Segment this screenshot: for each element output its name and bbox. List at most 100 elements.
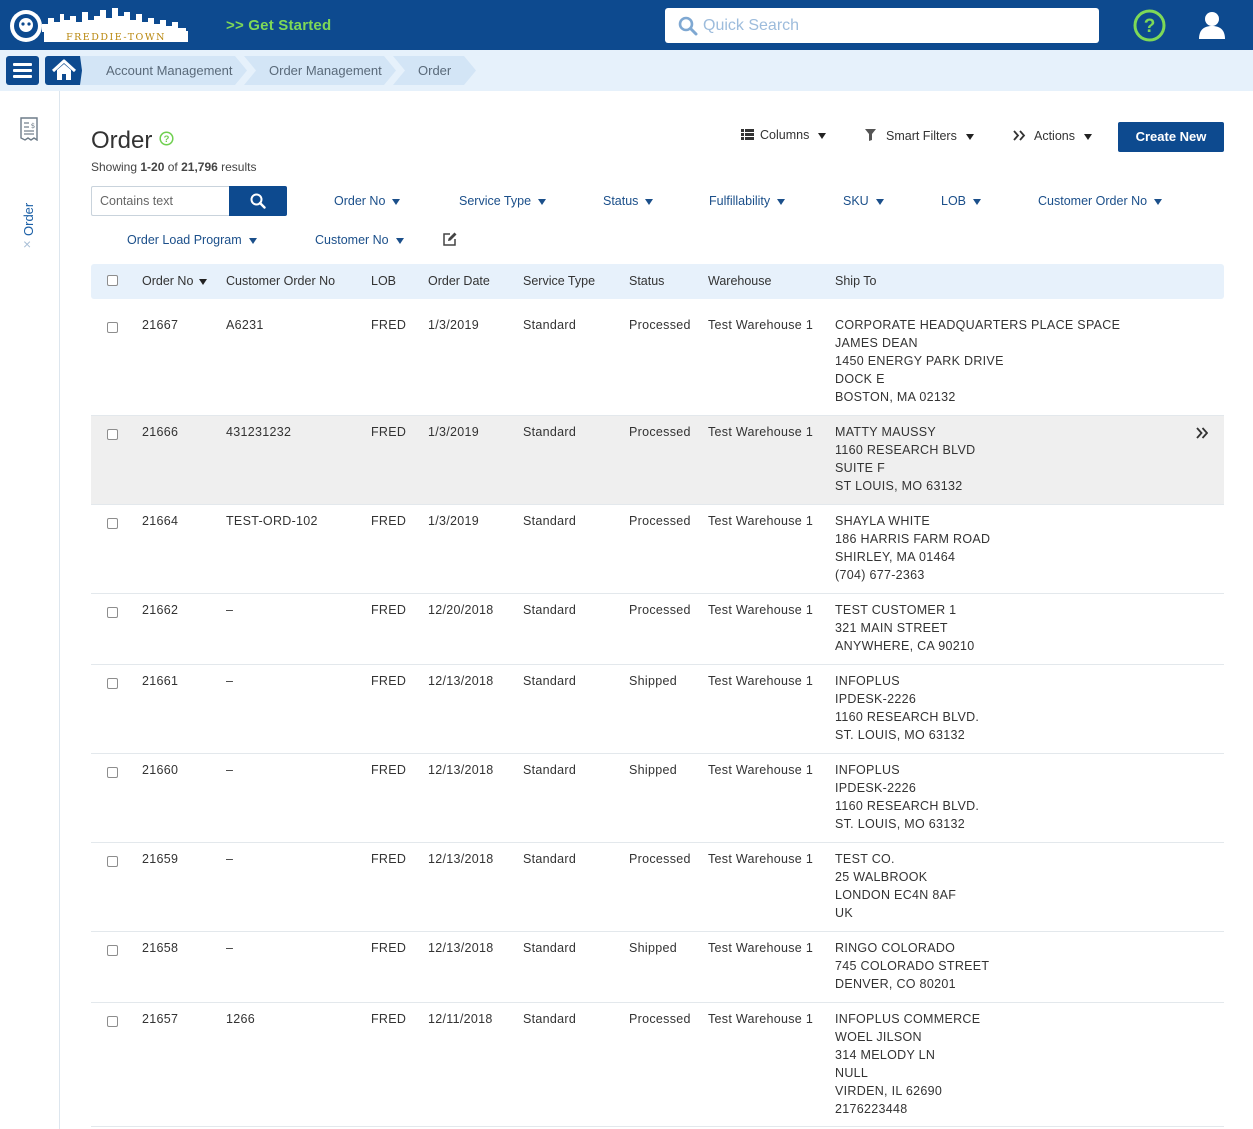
order-date-cell: 12/20/2018 [428,603,494,617]
order-no-cell[interactable]: 21659 [142,850,178,868]
ship-to-line: ST. LOUIS, MO 63132 [835,817,966,831]
svg-text:FREDDIE-TOWN: FREDDIE-TOWN [66,32,166,43]
ship-to-line: INFOPLUS [835,763,900,777]
row-checkbox[interactable] [107,945,118,956]
invoice-icon[interactable]: $ [19,117,39,141]
lob-cell: FRED [371,674,407,688]
order-no-cell[interactable]: 21658 [142,939,178,957]
customer-order-no-cell: – [226,674,234,688]
column-header-order-no[interactable]: Order No [142,274,208,288]
row-checkbox[interactable] [107,518,118,529]
breadcrumb-order-management[interactable]: Order Management [269,56,382,85]
row-checkbox[interactable] [107,429,118,440]
edit-filters-icon[interactable] [443,232,457,246]
help-icon[interactable]: ? [159,131,174,146]
filter-status[interactable]: Status [603,194,654,208]
close-icon[interactable]: × [23,236,31,252]
ship-to-line: VIRDEN, IL 62690 [835,1084,943,1098]
contains-text-input[interactable] [91,186,229,216]
lob-cell: FRED [371,941,407,955]
breadcrumb-account-management[interactable]: Account Management [106,56,232,85]
ship-to-line: 1160 RESEARCH BLVD. [835,799,980,813]
row-checkbox[interactable] [107,322,118,333]
order-no-cell[interactable]: 21661 [142,672,178,690]
ship-to-line: 314 MELODY LN [835,1048,936,1062]
ship-to-line: 321 MAIN STREET [835,621,948,635]
user-profile-icon[interactable] [1197,10,1227,40]
home-icon [51,59,77,80]
lob-cell: FRED [371,852,407,866]
chevron-down-icon [248,237,257,244]
sort-desc-icon [199,278,208,285]
status-cell: Shipped [629,763,677,777]
home-button[interactable] [45,56,82,85]
get-started-link[interactable]: >> Get Started [226,17,331,34]
lob-cell: FRED [371,603,407,617]
ship-to-line: IPDESK-2226 [835,781,917,795]
smart-filters-menu[interactable]: Smart Filters [865,129,974,143]
side-tab-order[interactable]: Order [21,196,36,236]
order-no-cell[interactable]: 21664 [142,512,178,530]
filter-fulfillability[interactable]: Fulfillability [709,194,786,208]
service-type-cell: Standard [523,514,577,528]
order-no-cell[interactable]: 21662 [142,601,178,619]
create-new-button[interactable]: Create New [1118,122,1224,152]
customer-order-no-cell: A6231 [226,318,264,332]
help-icon[interactable]: ? [1133,9,1166,42]
service-type-cell: Standard [523,603,577,617]
row-checkbox[interactable] [107,767,118,778]
row-checkbox[interactable] [107,856,118,867]
column-header-ship-to[interactable]: Ship To [835,274,876,288]
filter-customer-no[interactable]: Customer No [315,233,404,247]
chevron-down-icon [875,198,884,205]
results-summary: Showing 1-20 of 21,796 results [91,160,257,174]
column-header-warehouse[interactable]: Warehouse [708,274,771,288]
ship-to-line: TEST CO. [835,852,895,866]
ship-to-line: 186 HARRIS FARM ROAD [835,532,991,546]
filter-customer-order-no[interactable]: Customer Order No [1038,194,1163,208]
column-header-lob[interactable]: LOB [371,274,396,288]
column-header-order-date[interactable]: Order Date [428,274,490,288]
double-chevron-right-icon[interactable] [1196,427,1208,439]
ship-to-line: ST LOUIS, MO 63132 [835,479,963,493]
filter-lob[interactable]: LOB [941,194,982,208]
ship-to-line: 1160 RESEARCH BLVD. [835,710,980,724]
search-icon [678,16,698,36]
filter-search-button[interactable] [229,186,287,216]
ship-to-line: 1160 RESEARCH BLVD [835,443,976,457]
menu-button[interactable] [6,56,39,85]
order-no-cell[interactable]: 21657 [142,1010,178,1028]
service-type-cell: Standard [523,852,577,866]
select-all-checkbox[interactable] [107,275,118,286]
order-no-cell[interactable]: 21667 [142,316,178,334]
order-date-cell: 1/3/2019 [428,514,480,528]
warehouse-cell: Test Warehouse 1 [708,1012,814,1026]
actions-menu[interactable]: Actions [1013,129,1092,143]
order-no-cell[interactable]: 21660 [142,761,178,779]
lob-cell: FRED [371,318,407,332]
freddie-town-logo[interactable]: FREDDIE-TOWN [8,6,190,44]
chevron-down-icon [645,198,654,205]
row-checkbox[interactable] [107,1016,118,1027]
chevron-down-icon [777,198,786,205]
status-cell: Processed [629,514,691,528]
filter-order-no[interactable]: Order No [334,194,401,208]
column-header-customer-order-no[interactable]: Customer Order No [226,274,335,288]
lob-cell: FRED [371,1012,407,1026]
status-cell: Processed [629,603,691,617]
row-checkbox[interactable] [107,678,118,689]
column-header-status[interactable]: Status [629,274,664,288]
quick-search-input[interactable] [703,12,1083,39]
svg-text:$: $ [31,122,35,130]
column-header-service-type[interactable]: Service Type [523,274,595,288]
row-checkbox[interactable] [107,607,118,618]
columns-menu[interactable]: Columns [741,128,827,142]
service-type-cell: Standard [523,941,577,955]
filter-service-type[interactable]: Service Type [459,194,547,208]
quick-search-box[interactable] [665,8,1099,43]
filter-order-load-program[interactable]: Order Load Program [127,233,257,247]
filter-sku[interactable]: SKU [843,194,884,208]
lob-cell: FRED [371,514,407,528]
order-no-cell[interactable]: 21666 [142,423,178,441]
lob-cell: FRED [371,425,407,439]
